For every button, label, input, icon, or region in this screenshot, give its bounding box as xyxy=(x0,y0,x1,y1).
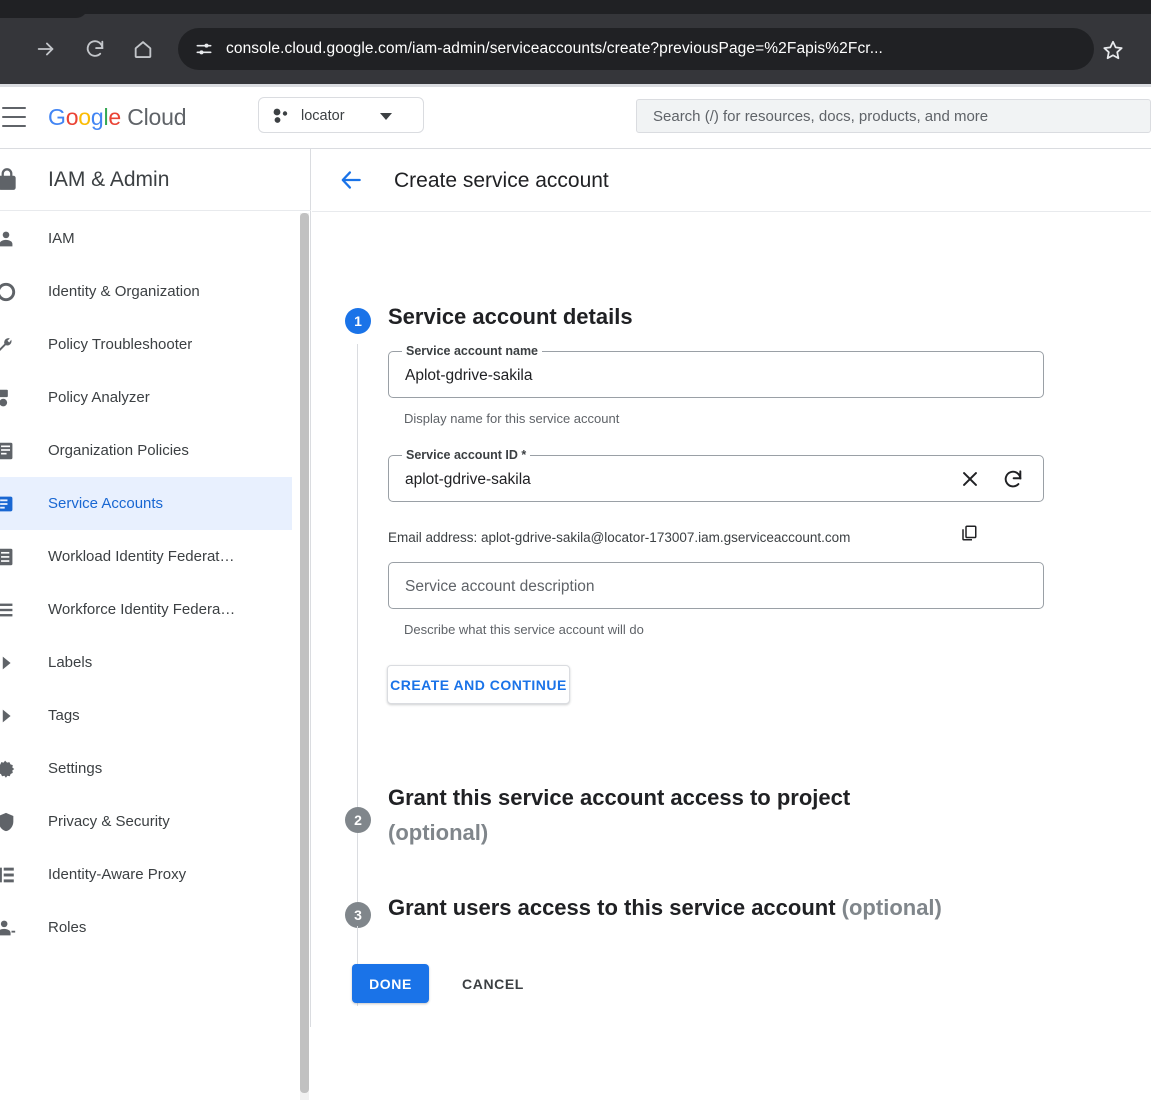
project-selector[interactable]: locator xyxy=(258,97,424,133)
copy-icon[interactable] xyxy=(960,523,978,543)
sidebar-item-privacy-security[interactable]: Privacy & Security xyxy=(0,795,292,848)
logo-letter: o xyxy=(65,104,79,130)
cancel-button[interactable]: CANCEL xyxy=(445,964,541,1003)
step-2-optional-label: (optional) xyxy=(388,820,489,845)
reload-icon[interactable] xyxy=(82,36,108,62)
arrow-forward-icon[interactable] xyxy=(33,36,59,62)
service-account-email: Email address: aplot-gdrive-sakila@locat… xyxy=(388,530,851,545)
step-1-badge: 1 xyxy=(345,308,371,334)
step-2-badge: 2 xyxy=(345,807,371,833)
refresh-icon[interactable] xyxy=(1002,468,1024,490)
sidebar-scrollbar-thumb[interactable] xyxy=(300,213,309,1093)
step-1-heading: Service account details xyxy=(388,304,633,329)
browser-tab-strip xyxy=(0,0,1151,18)
sidebar-item-iam[interactable]: IAM xyxy=(0,212,292,265)
service-account-name-value[interactable]: Aplot-gdrive-sakila xyxy=(405,352,533,399)
iam-admin-icon xyxy=(0,166,20,192)
chevron-down-icon xyxy=(380,113,392,120)
workforce-identity-icon xyxy=(0,598,19,622)
step-3-optional-label: (optional) xyxy=(841,895,942,920)
sidebar-item-workforce-identity-federation[interactable]: Workforce Identity Federa… xyxy=(0,583,292,636)
search-input[interactable]: Search (/) for resources, docs, products… xyxy=(636,99,1151,133)
done-button[interactable]: DONE xyxy=(352,964,429,1003)
sidebar-item-label: Organization Policies xyxy=(48,442,189,459)
sidebar-item-identity-aware-proxy[interactable]: Identity-Aware Proxy xyxy=(0,848,292,901)
left-nav: IAM & Admin IAM Identity & Organization … xyxy=(0,149,311,1100)
sidebar-item-label: Tags xyxy=(48,707,80,724)
address-bar-url[interactable]: console.cloud.google.com/iam-admin/servi… xyxy=(226,28,1076,70)
logo-cloud-text: Cloud xyxy=(121,104,187,130)
organization-icon xyxy=(0,280,19,304)
hamburger-menu-icon[interactable] xyxy=(2,107,26,127)
chevron-right-icon xyxy=(0,704,19,728)
main-content: Create service account 1 Service account… xyxy=(312,149,1151,1027)
sidebar-item-settings[interactable]: Settings xyxy=(0,742,292,795)
browser-chrome: console.cloud.google.com/iam-admin/servi… xyxy=(0,0,1151,84)
project-dots-icon xyxy=(272,108,290,124)
logo-letter: g xyxy=(90,104,104,130)
search-placeholder: Search (/) for resources, docs, products… xyxy=(653,108,989,125)
service-account-icon xyxy=(0,492,19,516)
left-nav-items: IAM Identity & Organization Policy Troub… xyxy=(0,212,300,954)
arrow-back-icon[interactable] xyxy=(338,167,364,193)
sidebar-item-service-accounts[interactable]: Service Accounts xyxy=(0,477,292,530)
service-account-description-helper: Describe what this service account will … xyxy=(404,622,644,637)
sidebar-item-organization-policies[interactable]: Organization Policies xyxy=(0,424,292,477)
logo-letter: o xyxy=(78,104,91,130)
sidebar-item-identity-organization[interactable]: Identity & Organization xyxy=(0,265,292,318)
step-3-heading: Grant users access to this service accou… xyxy=(388,895,942,921)
sidebar-item-policy-analyzer[interactable]: Policy Analyzer xyxy=(0,371,292,424)
address-bar[interactable]: console.cloud.google.com/iam-admin/servi… xyxy=(178,28,1094,70)
policy-icon xyxy=(0,439,19,463)
sidebar-item-label: Policy Analyzer xyxy=(48,389,150,406)
left-nav-header: IAM & Admin xyxy=(0,149,311,211)
step-2-heading: Grant this service account access to pro… xyxy=(388,785,851,810)
sidebar-item-label: Workforce Identity Federa… xyxy=(48,601,236,618)
logo-letter: e xyxy=(108,104,121,130)
page-header: Create service account xyxy=(312,149,1151,212)
settings-icon xyxy=(0,757,19,781)
sidebar-item-workload-identity-federation[interactable]: Workload Identity Federat… xyxy=(0,530,292,583)
sidebar-item-policy-troubleshooter[interactable]: Policy Troubleshooter xyxy=(0,318,292,371)
sidebar-item-label: Settings xyxy=(48,760,103,777)
close-icon[interactable] xyxy=(959,468,981,490)
browser-toolbar: console.cloud.google.com/iam-admin/servi… xyxy=(0,14,1151,84)
project-selector-label: locator xyxy=(301,108,345,124)
step-3-badge: 3 xyxy=(345,902,371,928)
sidebar-scrollbar[interactable] xyxy=(300,213,309,1100)
home-icon[interactable] xyxy=(130,36,156,62)
wrench-icon xyxy=(0,333,19,357)
step-3-heading-text: Grant users access to this service accou… xyxy=(388,895,836,920)
sidebar-item-label: Workload Identity Federat… xyxy=(48,548,235,565)
sidebar-item-label: Identity-Aware Proxy xyxy=(48,866,187,883)
service-account-id-value[interactable]: aplot-gdrive-sakila xyxy=(405,456,531,503)
tune-icon[interactable] xyxy=(194,39,214,59)
chevron-right-icon xyxy=(0,651,19,675)
google-cloud-logo[interactable]: Google Cloud xyxy=(48,104,186,131)
person-icon xyxy=(0,227,19,251)
sidebar-item-label: Identity & Organization xyxy=(48,283,200,300)
workload-identity-icon xyxy=(0,545,19,569)
sidebar-item-roles[interactable]: Roles xyxy=(0,901,292,954)
sidebar-item-label: IAM xyxy=(48,230,75,247)
sidebar-item-label: Roles xyxy=(48,919,87,936)
sidebar-item-label: Service Accounts xyxy=(48,495,164,512)
sidebar-item-label: Privacy & Security xyxy=(48,813,170,830)
sidebar-item-tags[interactable]: Tags xyxy=(0,689,292,742)
star-outline-icon[interactable] xyxy=(1102,39,1124,61)
page-title: Create service account xyxy=(394,169,609,192)
analyzer-icon xyxy=(0,386,19,410)
privacy-icon xyxy=(0,810,19,834)
create-and-continue-button[interactable]: CREATE AND CONTINUE xyxy=(387,665,570,704)
step-connector xyxy=(357,856,358,886)
roles-icon xyxy=(0,916,19,940)
logo-letter: G xyxy=(48,104,66,130)
service-account-description-placeholder[interactable]: Service account description xyxy=(405,563,595,610)
sidebar-item-labels[interactable]: Labels xyxy=(0,636,292,689)
sidebar-item-label: Labels xyxy=(48,654,93,671)
service-account-name-helper: Display name for this service account xyxy=(404,411,620,426)
iap-icon xyxy=(0,863,19,887)
sidebar-item-label: Policy Troubleshooter xyxy=(48,336,193,353)
left-nav-title: IAM & Admin xyxy=(48,168,170,191)
